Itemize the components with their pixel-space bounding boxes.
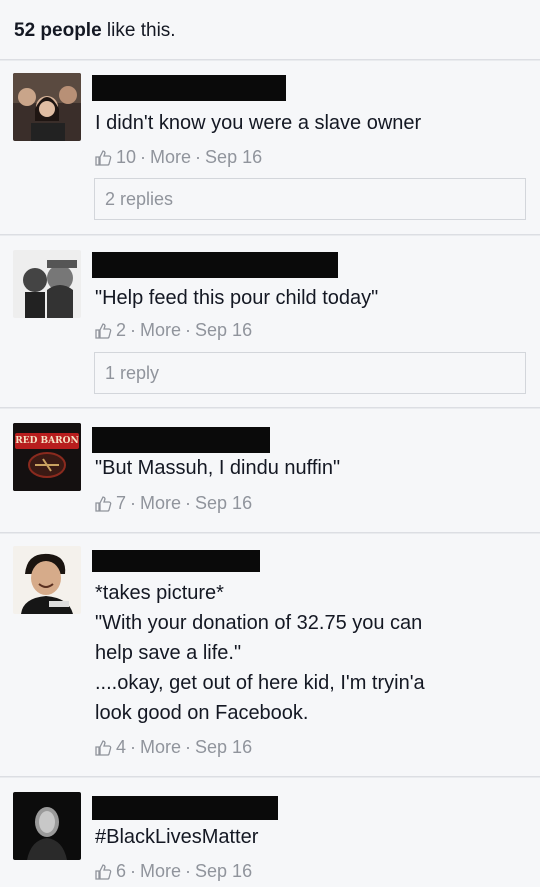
redacted-name — [92, 427, 270, 453]
like-thumb-icon[interactable] — [94, 739, 112, 757]
redacted-name — [92, 252, 338, 278]
redacted-name — [92, 550, 260, 572]
comment-date[interactable]: Sep 16 — [195, 320, 252, 341]
redacted-name — [92, 796, 278, 820]
comment-item: *takes picture* "With your donation of 3… — [0, 534, 540, 777]
commenter-avatar[interactable]: RED BARON — [13, 423, 81, 491]
hashtag-link[interactable]: #BlackLivesMatter — [95, 822, 526, 852]
comment-line: *takes picture* — [95, 582, 224, 604]
comment-line: help save a life." — [95, 642, 242, 664]
like-thumb-icon[interactable] — [94, 863, 112, 881]
comment-item: "Help feed this pour child today" 2 · Mo… — [0, 236, 540, 408]
comment-meta: 2 · More · Sep 16 — [94, 320, 252, 341]
comment-item: #BlackLivesMatter 6 · More · Sep 16 — [0, 778, 540, 887]
comment-item: RED BARON "But Massuh, I dindu nuffin" 7… — [0, 409, 540, 533]
comment-date[interactable]: Sep 16 — [195, 861, 252, 882]
comment-meta: 7 · More · Sep 16 — [94, 493, 252, 514]
separator: · — [130, 493, 137, 513]
more-link[interactable]: More — [140, 493, 181, 514]
avatar-photo-icon — [13, 250, 81, 318]
comment-line: "Help feed this pour child today" — [95, 287, 379, 309]
separator: · — [130, 320, 137, 340]
comment-text: "But Massuh, I dindu nuffin" — [95, 453, 526, 483]
avatar-photo-icon — [13, 73, 81, 141]
like-thumb-icon[interactable] — [94, 322, 112, 340]
like-count[interactable]: 7 — [116, 493, 126, 514]
likes-suffix: like this. — [101, 20, 176, 41]
comment-text: *takes picture* "With your donation of 3… — [95, 578, 526, 728]
comment-text: "Help feed this pour child today" — [95, 283, 526, 313]
separator: · — [195, 147, 202, 167]
separator: · — [130, 737, 137, 757]
like-count[interactable]: 10 — [116, 147, 136, 168]
comment-line: I didn't know you were a slave owner — [95, 112, 422, 134]
comment-meta: 6 · More · Sep 16 — [94, 861, 252, 882]
avatar-photo-icon — [13, 792, 81, 860]
more-link[interactable]: More — [150, 147, 191, 168]
comment-date[interactable]: Sep 16 — [195, 493, 252, 514]
like-thumb-icon[interactable] — [94, 149, 112, 167]
more-link[interactable]: More — [140, 737, 181, 758]
commenter-avatar[interactable] — [13, 546, 81, 614]
likes-count[interactable]: 52 people — [14, 20, 102, 41]
avatar-logo-text: RED BARON — [15, 436, 79, 446]
separator: · — [185, 737, 192, 757]
likes-summary[interactable]: 52 people like this. — [0, 0, 540, 60]
comment-line: "But Massuh, I dindu nuffin" — [95, 457, 341, 479]
comment-date[interactable]: Sep 16 — [205, 147, 262, 168]
replies-link[interactable]: 2 replies — [94, 178, 526, 220]
comment-text: I didn't know you were a slave owner — [95, 108, 526, 138]
separator: · — [130, 861, 137, 881]
comment-date[interactable]: Sep 16 — [195, 737, 252, 758]
comment-thread: 52 people like this. I didn't know you w… — [0, 0, 540, 887]
like-count[interactable]: 4 — [116, 737, 126, 758]
more-link[interactable]: More — [140, 320, 181, 341]
like-thumb-icon[interactable] — [94, 495, 112, 513]
commenter-avatar[interactable] — [13, 73, 81, 141]
redacted-name — [92, 75, 286, 101]
comment-meta: 4 · More · Sep 16 — [94, 737, 252, 758]
comment-line: look good on Facebook. — [95, 702, 309, 724]
comment-line: "With your donation of 32.75 you can — [95, 612, 423, 634]
separator: · — [185, 320, 192, 340]
separator: · — [140, 147, 147, 167]
replies-link[interactable]: 1 reply — [94, 352, 526, 394]
more-link[interactable]: More — [140, 861, 181, 882]
comment-item: I didn't know you were a slave owner 10 … — [0, 61, 540, 235]
comment-text: #BlackLivesMatter — [95, 822, 526, 852]
commenter-avatar[interactable] — [13, 250, 81, 318]
comment-meta: 10 · More · Sep 16 — [94, 147, 262, 168]
like-count[interactable]: 2 — [116, 320, 126, 341]
separator: · — [185, 493, 192, 513]
separator: · — [185, 861, 192, 881]
commenter-avatar[interactable] — [13, 792, 81, 860]
comment-line: ....okay, get out of here kid, I'm tryin… — [95, 672, 425, 694]
avatar-photo-icon — [13, 546, 81, 614]
like-count[interactable]: 6 — [116, 861, 126, 882]
